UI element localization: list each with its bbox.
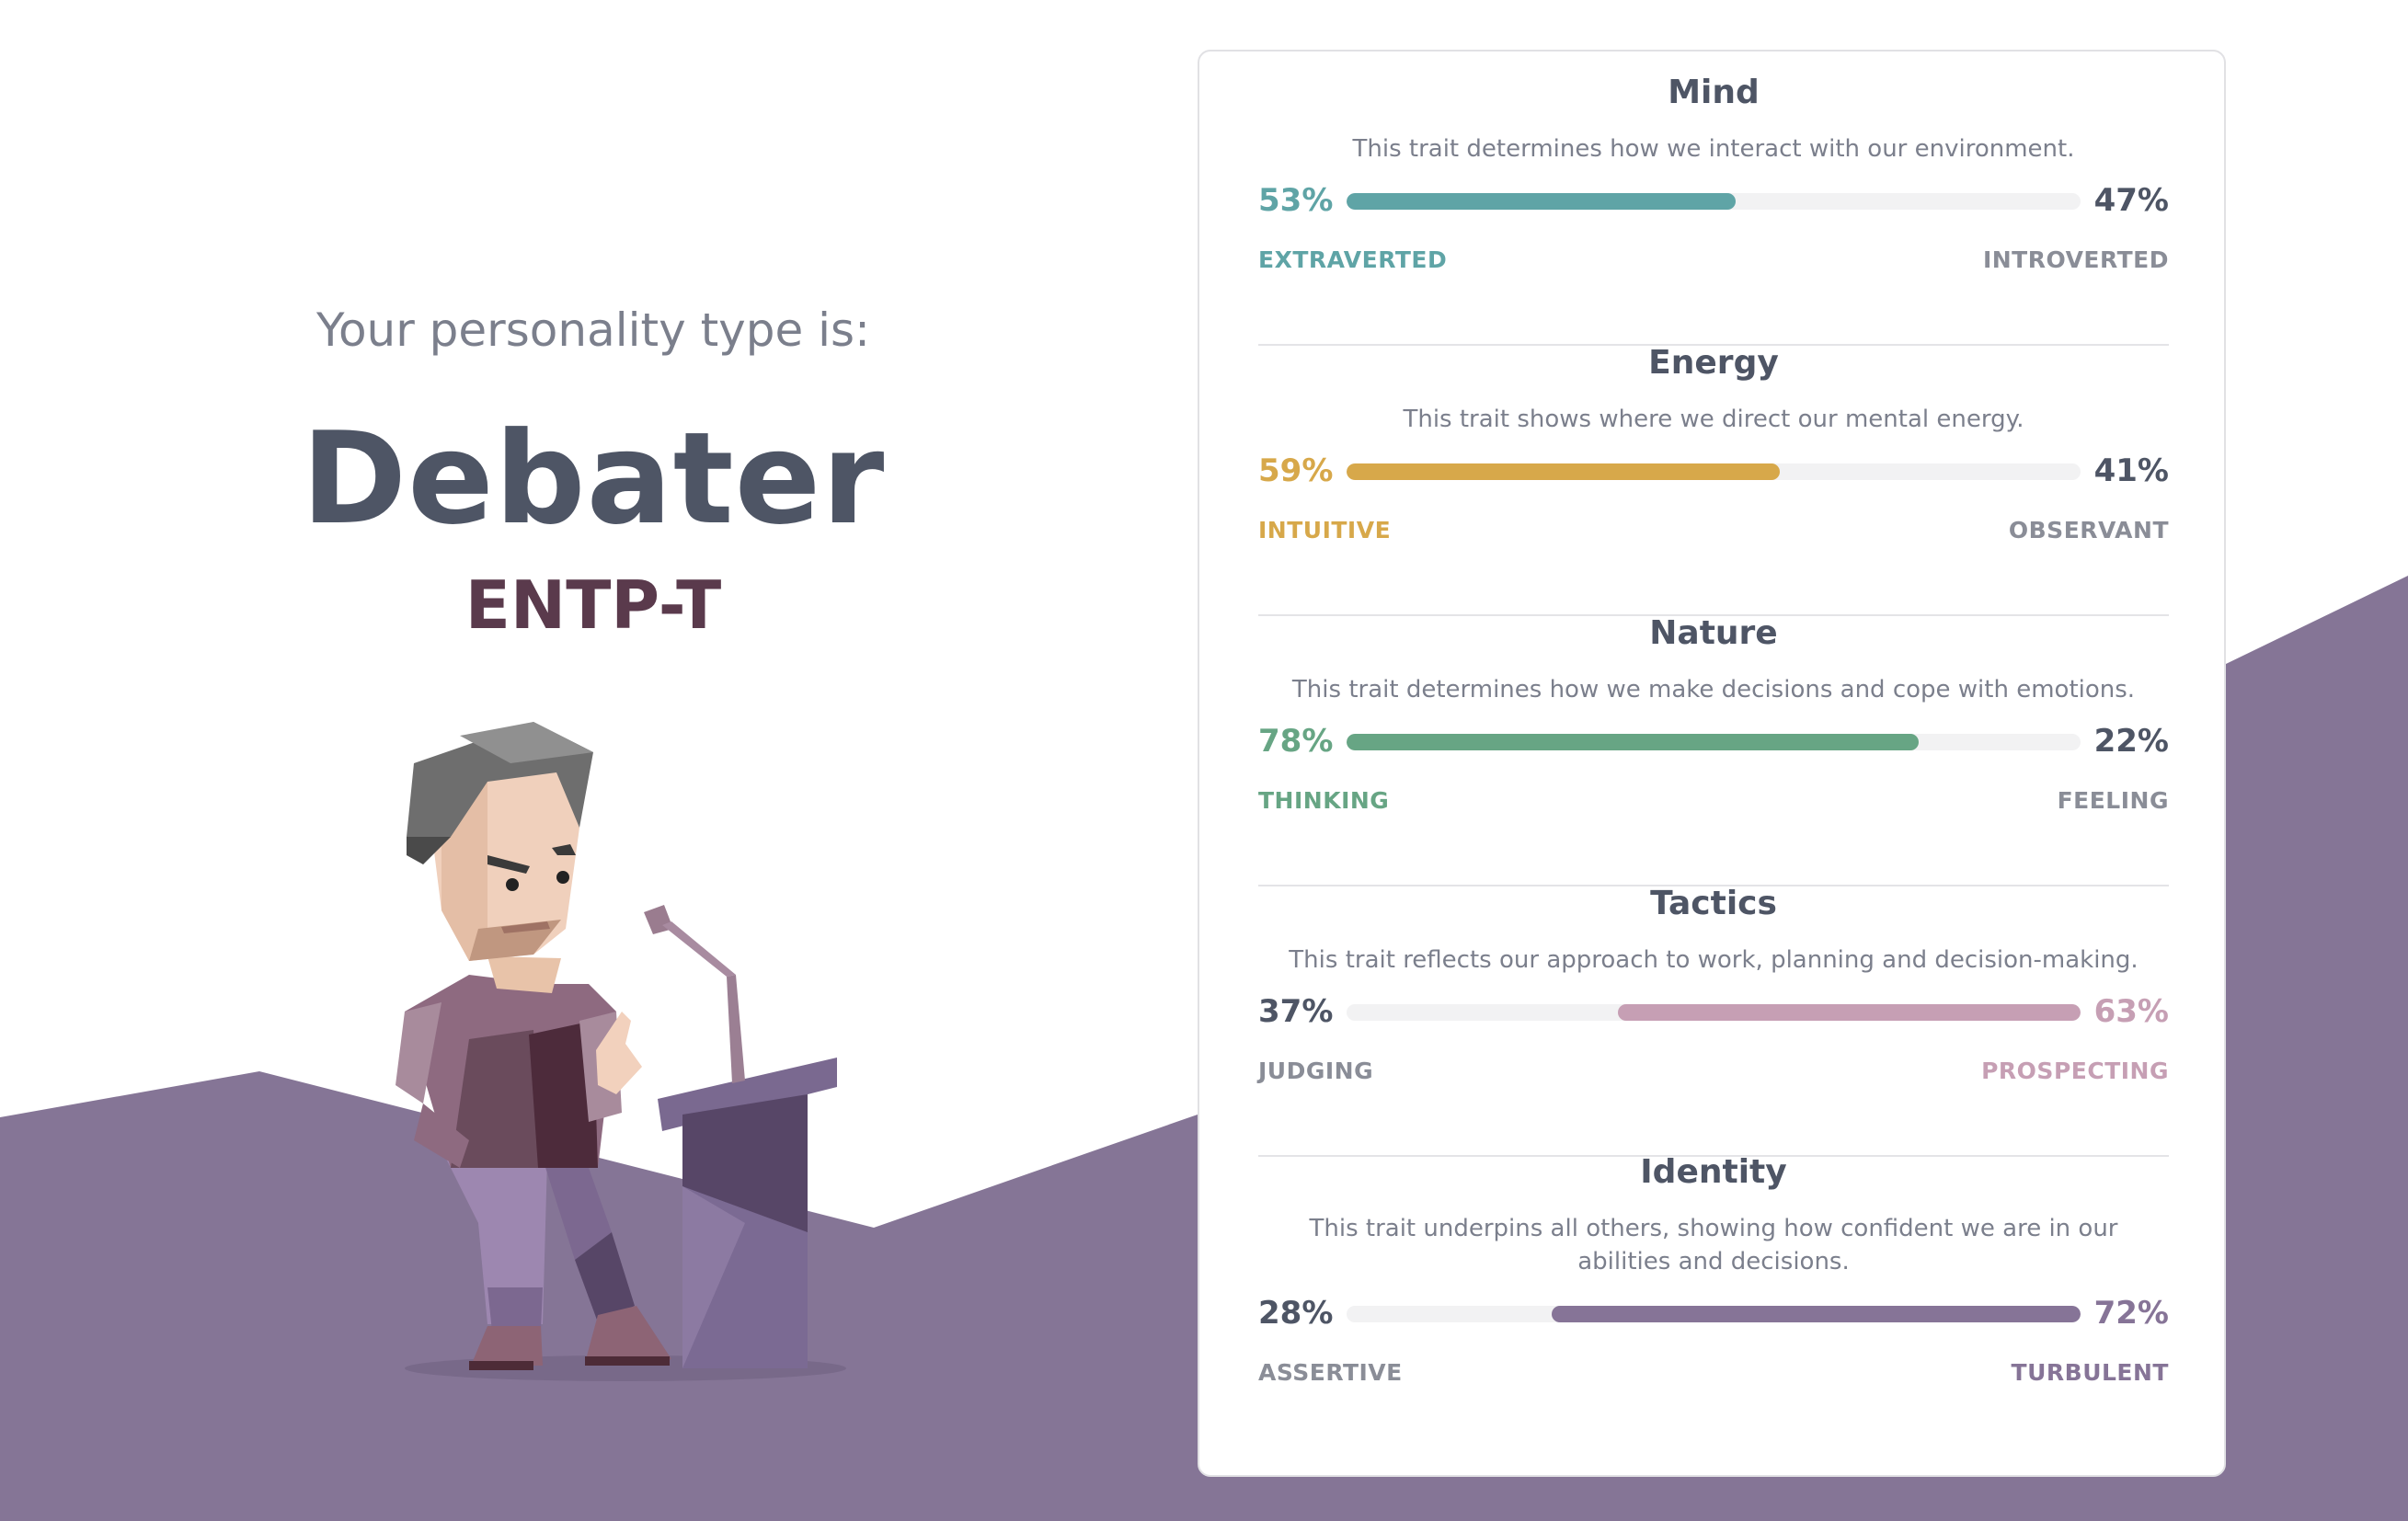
trait-right-label: INTROVERTED: [1982, 246, 2169, 273]
trait-progress-track: [1347, 1306, 2081, 1322]
personality-type-name: Debater: [301, 405, 886, 553]
trait-right-percent: 22%: [2093, 723, 2169, 760]
trait-section-nature: Nature This trait determines how we make…: [1258, 592, 2169, 863]
trait-right-percent: 72%: [2093, 1295, 2169, 1332]
trait-description: This trait shows where we direct our men…: [1403, 406, 2024, 433]
trait-description: This trait underpins all others, showing…: [1309, 1215, 2118, 1275]
trait-bar-row: 59% 41%: [1258, 452, 2169, 489]
trait-right-label: FEELING: [2057, 787, 2169, 814]
trait-bar-row: 28% 72%: [1258, 1295, 2169, 1332]
result-hero: Your personality type is: Debater ENTP-T: [0, 0, 1187, 1521]
trait-left-percent: 28%: [1258, 1295, 1334, 1332]
trait-progress-fill: [1618, 1004, 2081, 1021]
trait-right-label: TURBULENT: [2011, 1359, 2169, 1386]
trait-progress-fill: [1347, 463, 1780, 480]
trait-right-label: PROSPECTING: [1981, 1058, 2169, 1084]
trait-title: Nature: [1649, 614, 1778, 652]
trait-bar-row: 37% 63%: [1258, 993, 2169, 1030]
trait-left-label: JUDGING: [1258, 1058, 1374, 1084]
trait-description: This trait determines how we make decisi…: [1291, 676, 2136, 703]
trait-progress-fill: [1347, 193, 1736, 210]
trait-labels: ASSERTIVE TURBULENT: [1258, 1359, 2169, 1390]
trait-left-percent: 53%: [1258, 182, 1334, 219]
trait-left-percent: 59%: [1258, 452, 1334, 489]
trait-progress-fill: [1347, 734, 1920, 750]
trait-left-percent: 78%: [1258, 723, 1334, 760]
trait-right-percent: 41%: [2093, 452, 2169, 489]
trait-right-label: OBSERVANT: [2008, 517, 2169, 543]
trait-progress-fill: [1552, 1306, 2081, 1322]
trait-labels: THINKING FEELING: [1258, 787, 2169, 818]
trait-section-tactics: Tactics This trait reflects our approach…: [1258, 863, 2169, 1133]
trait-section-identity: Identity This trait underpins all others…: [1258, 1131, 2169, 1401]
trait-section-energy: Energy This trait shows where we direct …: [1258, 322, 2169, 592]
trait-left-label: THINKING: [1258, 787, 1390, 814]
trait-title: Identity: [1640, 1153, 1787, 1191]
trait-left-label: EXTRAVERTED: [1258, 246, 1448, 273]
trait-bar-row: 53% 47%: [1258, 182, 2169, 219]
trait-labels: EXTRAVERTED INTROVERTED: [1258, 246, 2169, 278]
intro-text: Your personality type is:: [316, 303, 870, 357]
trait-title: Energy: [1648, 344, 1779, 382]
trait-labels: INTUITIVE OBSERVANT: [1258, 517, 2169, 548]
trait-left-label: ASSERTIVE: [1258, 1359, 1403, 1386]
trait-right-percent: 63%: [2093, 993, 2169, 1030]
trait-progress-track: [1347, 463, 2081, 480]
trait-section-mind: Mind This trait determines how we intera…: [1258, 51, 2169, 322]
personality-type-code: ENTP-T: [464, 566, 722, 644]
trait-description: This trait reflects our approach to work…: [1289, 946, 2139, 974]
trait-description: This trait determines how we interact wi…: [1352, 135, 2075, 163]
trait-progress-track: [1347, 193, 2081, 210]
trait-labels: JUDGING PROSPECTING: [1258, 1058, 2169, 1089]
trait-left-label: INTUITIVE: [1258, 517, 1392, 543]
trait-title: Mind: [1668, 74, 1760, 111]
trait-right-percent: 47%: [2093, 182, 2169, 219]
trait-progress-track: [1347, 734, 2081, 750]
trait-progress-track: [1347, 1004, 2081, 1021]
traits-card: Mind This trait determines how we intera…: [1198, 50, 2226, 1477]
trait-left-percent: 37%: [1258, 993, 1334, 1030]
trait-title: Tactics: [1650, 885, 1777, 922]
trait-bar-row: 78% 22%: [1258, 723, 2169, 760]
debater-illustration: [396, 722, 846, 1381]
